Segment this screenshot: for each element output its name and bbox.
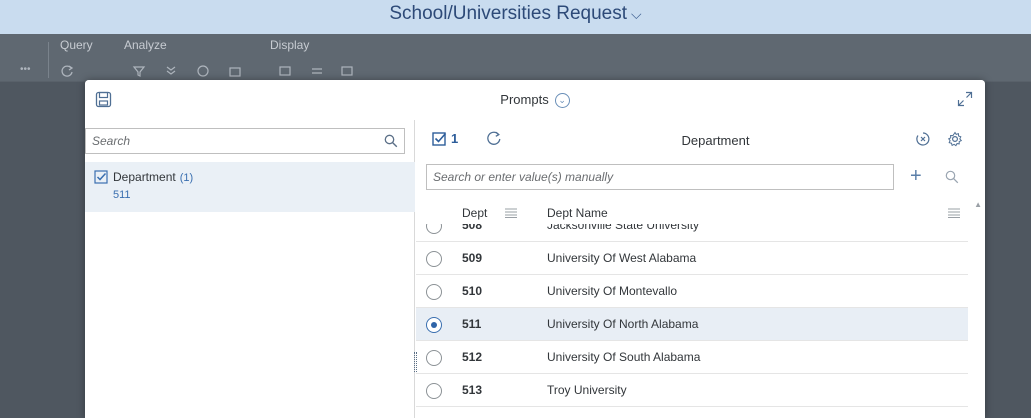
row-dept-code: 508 bbox=[462, 224, 483, 232]
table-row[interactable]: 509 University Of West Alabama bbox=[416, 242, 968, 275]
prompt-selected-value: 511 bbox=[113, 189, 131, 201]
column-menu-icon[interactable] bbox=[505, 208, 517, 218]
more-icon[interactable]: ••• bbox=[20, 64, 31, 75]
sort-icon[interactable] bbox=[164, 64, 178, 78]
search-icon[interactable] bbox=[945, 170, 959, 184]
row-dept-name: Troy University bbox=[547, 383, 627, 397]
column-header-dept[interactable]: Dept bbox=[462, 206, 487, 220]
row-dept-code: 512 bbox=[462, 350, 483, 364]
value-search-placeholder: Search or enter value(s) manually bbox=[433, 170, 614, 184]
column-header-dept-name[interactable]: Dept Name bbox=[547, 206, 608, 220]
row-dept-name: Jacksonville State University bbox=[547, 224, 700, 232]
chevron-down-icon[interactable]: ⌵ bbox=[631, 6, 642, 22]
value-selection-pane: 1 Department Search or enter value(s) ma… bbox=[416, 120, 985, 418]
dialog-header: Prompts ⌄ bbox=[85, 80, 985, 120]
table-row[interactable]: 510 University Of Montevallo bbox=[416, 275, 968, 308]
row-radio[interactable] bbox=[426, 350, 442, 366]
row-dept-code: 510 bbox=[462, 284, 483, 298]
row-dept-code: 511 bbox=[462, 317, 482, 331]
scroll-up-icon[interactable]: ▲ bbox=[974, 200, 982, 209]
prompt-item-department[interactable]: Department (1) 511 bbox=[85, 162, 415, 212]
refresh-icon[interactable] bbox=[60, 64, 74, 78]
table-row[interactable]: 513 Troy University bbox=[416, 374, 968, 407]
toolbar-section-display: Display bbox=[270, 38, 310, 52]
row-radio[interactable] bbox=[426, 224, 442, 234]
app-title-text[interactable]: School/Universities Request bbox=[389, 3, 627, 24]
dialog-title-text: Prompts bbox=[500, 92, 549, 107]
column-menu-icon[interactable] bbox=[948, 208, 960, 218]
app-header: School/Universities Request ⌵ bbox=[0, 0, 1031, 34]
row-dept-code: 509 bbox=[462, 251, 483, 265]
value-table-body: 508 Jacksonville State University 509 Un… bbox=[416, 224, 968, 418]
camera-icon[interactable] bbox=[228, 64, 242, 78]
dialog-title: Prompts ⌄ bbox=[85, 92, 985, 109]
checkbox-checked-icon bbox=[94, 170, 108, 184]
prompt-search-placeholder: Search bbox=[92, 134, 131, 148]
row-radio[interactable] bbox=[426, 251, 442, 267]
value-pane-header: 1 Department bbox=[416, 120, 985, 160]
value-search-input[interactable]: Search or enter value(s) manually bbox=[426, 164, 894, 190]
prompt-list-pane: Search Department (1) 511 bbox=[85, 120, 415, 418]
add-value-button[interactable]: + bbox=[910, 164, 922, 188]
pane-resize-handle[interactable] bbox=[414, 352, 417, 372]
swap-icon[interactable] bbox=[310, 64, 324, 78]
prompt-name: Department bbox=[113, 170, 176, 184]
row-dept-name: University Of South Alabama bbox=[547, 350, 701, 364]
clear-selection-icon[interactable] bbox=[915, 131, 931, 147]
search-icon[interactable] bbox=[384, 134, 398, 148]
row-dept-name: University Of North Alabama bbox=[547, 317, 699, 331]
table-row[interactable]: 512 University Of South Alabama bbox=[416, 341, 968, 374]
row-radio[interactable] bbox=[426, 284, 442, 300]
prompt-search-input[interactable]: Search bbox=[85, 128, 405, 154]
row-dept-name: University Of West Alabama bbox=[547, 251, 697, 265]
app-title[interactable]: School/Universities Request ⌵ bbox=[0, 3, 1031, 25]
prompt-item-label: Department (1) bbox=[113, 170, 193, 184]
row-radio[interactable] bbox=[426, 383, 442, 399]
table-icon[interactable] bbox=[340, 64, 354, 78]
toolbar: Query Analyze Display ••• bbox=[0, 34, 1031, 82]
row-dept-code: 513 bbox=[462, 383, 483, 397]
expand-icon[interactable] bbox=[957, 91, 973, 107]
gear-icon[interactable] bbox=[947, 131, 963, 147]
chevron-down-icon[interactable]: ⌄ bbox=[554, 93, 570, 109]
toolbar-section-analyze: Analyze bbox=[124, 38, 167, 52]
filter-icon[interactable] bbox=[132, 64, 146, 78]
prompts-dialog: Prompts ⌄ Search Department (1) 511 1 De… bbox=[85, 80, 985, 418]
history-icon[interactable] bbox=[196, 64, 210, 78]
row-radio-selected[interactable] bbox=[426, 317, 442, 333]
row-dept-name: University Of Montevallo bbox=[547, 284, 678, 298]
toolbar-section-query: Query bbox=[60, 38, 93, 52]
value-pane-title: Department bbox=[681, 133, 750, 148]
prompt-count: (1) bbox=[179, 172, 194, 184]
table-row[interactable]: 508 Jacksonville State University bbox=[416, 224, 968, 242]
toolbar-divider bbox=[48, 42, 49, 78]
table-row-selected[interactable]: 511 University Of North Alabama bbox=[416, 308, 968, 341]
chart-icon[interactable] bbox=[278, 64, 292, 78]
